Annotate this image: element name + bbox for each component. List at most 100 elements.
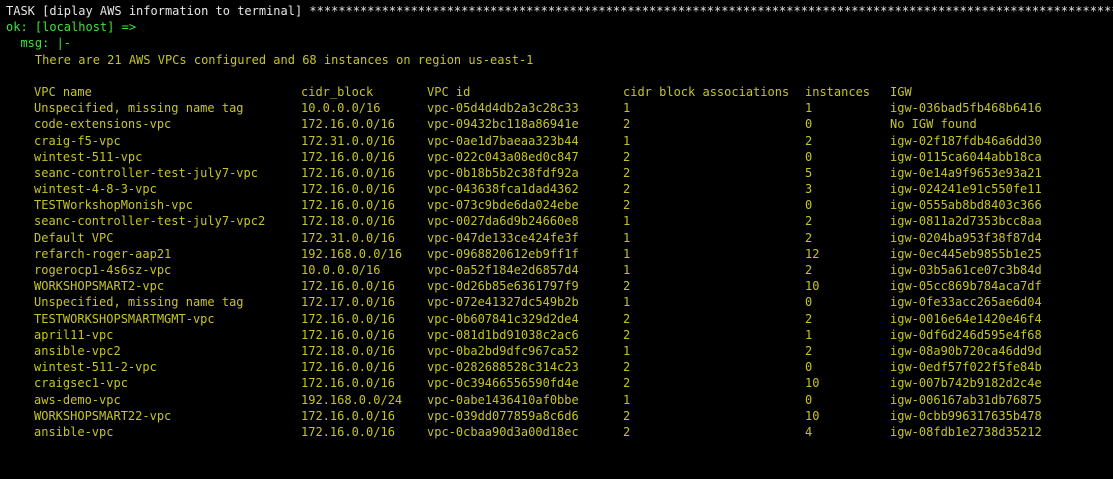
cell-cidr-block: 172.16.0.0/16 bbox=[301, 165, 395, 180]
table-row: seanc-controller-test-july7-vpc 172.16.0.… bbox=[6, 165, 1113, 181]
cell-vpc-id: vpc-073c9bde6da024ebe bbox=[427, 198, 579, 213]
cell-vpc-name: april11-vpc bbox=[34, 327, 114, 342]
cell-igw: igw-03b5a61ce07c3b84d bbox=[890, 263, 1042, 277]
cell-igw: igw-0edf57f022f5fe84b bbox=[890, 360, 1042, 375]
cell-igw: igw-0016e64e1420e46f4 bbox=[890, 311, 1042, 326]
table-row: Unspecified, missing name tag 172.17.0.0/… bbox=[6, 294, 1113, 310]
msg-line: msg: |- bbox=[6, 36, 72, 51]
cell-instances: 0 bbox=[805, 392, 813, 407]
cell-cidr-associations: 1 bbox=[623, 392, 631, 407]
table-row: craigsec1-vpc 172.16.0.0/16 vpc-0c39466556… bbox=[6, 375, 1113, 391]
cell-cidr-associations: 2 bbox=[623, 360, 631, 375]
cell-igw: igw-0ec445eb9855b1e25 bbox=[890, 246, 1042, 261]
cell-vpc-name: aws-demo-vpc bbox=[34, 392, 121, 407]
cell-cidr-associations: 2 bbox=[623, 198, 631, 213]
cell-vpc-name: TESTWORKSHOPSMARTMGMT-vpc bbox=[34, 311, 215, 326]
cell-instances: 2 bbox=[805, 311, 813, 326]
cell-cidr-associations: 2 bbox=[623, 149, 631, 164]
cell-instances: 0 bbox=[805, 117, 813, 132]
table-row: craig-f5-vpc 172.31.0.0/16 vpc-0ae1d7baeaa… bbox=[6, 133, 1113, 149]
cell-cidr-associations: 2 bbox=[623, 424, 631, 439]
cell-cidr-block: 172.16.0.0/16 bbox=[301, 408, 395, 423]
cell-igw: igw-08fdb1e2738d35212 bbox=[890, 424, 1042, 439]
cell-vpc-name: craigsec1-vpc bbox=[34, 376, 128, 391]
cell-cidr-block: 172.16.0.0/16 bbox=[301, 117, 395, 132]
cell-instances: 10 bbox=[805, 279, 820, 294]
table-row: ansible-vpc2 172.18.0.0/16 vpc-0ba2bd9dfc9… bbox=[6, 343, 1113, 359]
cell-vpc-id: vpc-0d26b85e6361797f9 bbox=[427, 279, 579, 294]
cell-cidr-block: 172.16.0.0/16 bbox=[301, 327, 395, 342]
cell-cidr-associations: 1 bbox=[623, 343, 631, 358]
cell-instances: 0 bbox=[805, 198, 813, 213]
cell-vpc-id: vpc-047de133ce424fe3f bbox=[427, 230, 579, 245]
cell-cidr-associations: 2 bbox=[623, 376, 631, 391]
cell-cidr-block: 172.31.0.0/16 bbox=[301, 230, 395, 245]
cell-cidr-block: 172.18.0.0/16 bbox=[301, 214, 395, 229]
cell-vpc-name: wintest-511-2-vpc bbox=[34, 360, 157, 375]
cell-vpc-name: craig-f5-vpc bbox=[34, 133, 121, 148]
cell-cidr-associations: 2 bbox=[623, 408, 631, 423]
cell-cidr-block: 10.0.0.0/16 bbox=[301, 101, 381, 116]
cell-igw: igw-08a90b720ca46dd9d bbox=[890, 343, 1042, 358]
cell-igw: igw-0115ca6044abb18ca bbox=[890, 149, 1042, 164]
cell-vpc-id: vpc-0c39466556590fd4e bbox=[427, 376, 579, 391]
cell-cidr-block: 172.16.0.0/16 bbox=[301, 311, 395, 326]
cell-cidr-block: 172.16.0.0/16 bbox=[301, 149, 395, 164]
table-row: WORKSHOPSMART22-vpc 172.16.0.0/16 vpc-039d… bbox=[6, 408, 1113, 424]
table-row: TESTWorkshopMonish-vpc 172.16.0.0/16 vpc-0… bbox=[6, 197, 1113, 213]
task-line: TASK [diplay AWS information to terminal… bbox=[6, 4, 1113, 18]
cell-cidr-block: 192.168.0.0/16 bbox=[301, 246, 403, 261]
cell-cidr-block: 172.16.0.0/16 bbox=[301, 360, 395, 375]
cell-cidr-block: 10.0.0.0/16 bbox=[301, 263, 381, 277]
cell-igw: igw-0811a2d7353bcc8aa bbox=[890, 214, 1042, 229]
cell-vpc-name: seanc-controller-test-july7-vpc2 bbox=[34, 214, 266, 229]
ok-line: ok: [localhost] => bbox=[6, 20, 137, 35]
terminal-window[interactable]: TASK [diplay AWS information to terminal… bbox=[0, 0, 1113, 479]
cell-vpc-id: vpc-0b18b5b2c38fdf92a bbox=[427, 165, 579, 180]
cell-cidr-block: 172.16.0.0/16 bbox=[301, 424, 395, 439]
cell-vpc-id: vpc-0282688528c314c23 bbox=[427, 360, 579, 375]
table-row: april11-vpc 172.16.0.0/16 vpc-081d1bd91038… bbox=[6, 327, 1113, 343]
cell-igw: igw-0df6d246d595e4f68 bbox=[890, 327, 1042, 342]
table-row: TESTWORKSHOPSMARTMGMT-vpc 172.16.0.0/16 vp… bbox=[6, 311, 1113, 327]
cell-vpc-id: vpc-072e41327dc549b2b bbox=[427, 295, 579, 310]
cell-cidr-associations: 1 bbox=[623, 263, 631, 277]
cell-cidr-associations: 2 bbox=[623, 182, 631, 197]
cell-cidr-associations: 1 bbox=[623, 214, 631, 229]
cell-instances: 1 bbox=[805, 327, 813, 342]
cell-vpc-name: refarch-roger-aap21 bbox=[34, 246, 172, 261]
cell-instances: 2 bbox=[805, 343, 813, 358]
table-body: Unspecified, missing name tag 10.0.0.0/16… bbox=[6, 100, 1113, 440]
cell-cidr-associations: 1 bbox=[623, 246, 631, 261]
cell-cidr-associations: 2 bbox=[623, 327, 631, 342]
cell-instances: 1 bbox=[805, 101, 813, 116]
header-vpc-name: VPC name bbox=[34, 84, 92, 99]
cell-cidr-block: 172.31.0.0/16 bbox=[301, 133, 395, 148]
cell-vpc-name: WORKSHOPSMART22-vpc bbox=[34, 408, 172, 423]
cell-vpc-id: vpc-039dd077859a8c6d6 bbox=[427, 408, 579, 423]
cell-vpc-id: vpc-0ae1d7baeaa323b44 bbox=[427, 133, 579, 148]
cell-vpc-id: vpc-05d4d4db2a3c28c33 bbox=[427, 101, 579, 116]
cell-cidr-block: 172.16.0.0/16 bbox=[301, 279, 395, 294]
cell-vpc-id: vpc-09432bc118a86941e bbox=[427, 117, 579, 132]
cell-vpc-id: vpc-0968820612eb9ff1f bbox=[427, 246, 579, 261]
cell-vpc-name: Unspecified, missing name tag bbox=[34, 101, 244, 116]
cell-vpc-name: seanc-controller-test-july7-vpc bbox=[34, 165, 258, 180]
table-row: WORKSHOPSMART2-vpc 172.16.0.0/16 vpc-0d26b… bbox=[6, 278, 1113, 294]
table-row: refarch-roger-aap21 192.168.0.0/16 vpc-096… bbox=[6, 246, 1113, 262]
cell-vpc-id: vpc-0a52f184e2d6857d4 bbox=[427, 263, 579, 277]
table-row: seanc-controller-test-july7-vpc2 172.18.0… bbox=[6, 213, 1113, 229]
cell-instances: 3 bbox=[805, 182, 813, 197]
cell-cidr-associations: 2 bbox=[623, 311, 631, 326]
cell-vpc-name: ansible-vpc2 bbox=[34, 343, 121, 358]
cell-igw: igw-0204ba953f38f87d4 bbox=[890, 230, 1042, 245]
cell-vpc-name: WORKSHOPSMART2-vpc bbox=[34, 279, 165, 294]
cell-instances: 0 bbox=[805, 295, 813, 310]
cell-igw: igw-05cc869b784aca7df bbox=[890, 279, 1042, 294]
table-row: aws-demo-vpc 192.168.0.0/24 vpc-0abe143641… bbox=[6, 392, 1113, 408]
header-igw: IGW bbox=[890, 84, 912, 99]
cell-igw: igw-0cbb996317635b478 bbox=[890, 408, 1042, 423]
cell-vpc-id: vpc-0ba2bd9dfc967ca52 bbox=[427, 343, 579, 358]
header-cidr-associations: cidr block associations bbox=[623, 84, 790, 99]
cell-igw: igw-0fe33acc265ae6d04 bbox=[890, 295, 1042, 310]
